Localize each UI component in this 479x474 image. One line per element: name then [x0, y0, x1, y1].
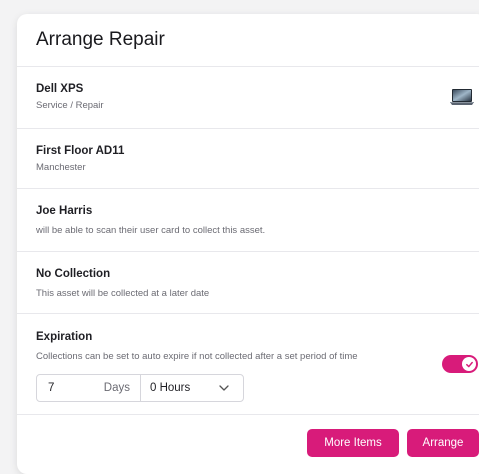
- expiration-toggle[interactable]: [442, 355, 478, 373]
- expiration-duration: 7 Days 0 Hours: [36, 374, 244, 402]
- location-name: First Floor AD11: [36, 145, 125, 157]
- expiration-title: Expiration: [36, 331, 93, 343]
- hours-selected: 0 Hours: [150, 382, 191, 394]
- days-value: 7: [48, 382, 55, 394]
- collection-description: This asset will be collected at a later …: [36, 288, 210, 299]
- asset-section: Dell XPS Service / Repair: [17, 67, 479, 129]
- arrange-repair-dialog: Arrange Repair Dell XPS Service / Repair…: [17, 14, 479, 474]
- collector-section: Joe Harris will be able to scan their us…: [17, 189, 479, 252]
- dialog-header: Arrange Repair: [17, 14, 479, 67]
- collection-name: No Collection: [36, 268, 111, 280]
- asset-name: Dell XPS: [36, 83, 84, 95]
- location-city: Manchester: [36, 162, 86, 173]
- days-unit: Days: [103, 382, 130, 394]
- collection-section: No Collection This asset will be collect…: [17, 252, 479, 314]
- hours-select[interactable]: 0 Hours: [141, 375, 243, 401]
- dialog-footer: More Items Arrange: [17, 415, 479, 474]
- days-field[interactable]: 7 Days: [37, 375, 141, 401]
- asset-type: Service / Repair: [36, 100, 104, 111]
- arrange-button[interactable]: Arrange: [407, 429, 479, 457]
- collector-name: Joe Harris: [36, 205, 93, 217]
- dialog-title: Arrange Repair: [36, 29, 165, 50]
- location-section: First Floor AD11 Manchester: [17, 129, 479, 189]
- expiration-description: Collections can be set to auto expire if…: [36, 351, 358, 362]
- check-icon: [462, 357, 476, 371]
- laptop-icon: [450, 89, 474, 105]
- expiration-section: Expiration Collections can be set to aut…: [17, 314, 479, 415]
- chevron-down-icon: [219, 385, 229, 391]
- more-items-button[interactable]: More Items: [307, 429, 399, 457]
- collector-description: will be able to scan their user card to …: [36, 225, 266, 236]
